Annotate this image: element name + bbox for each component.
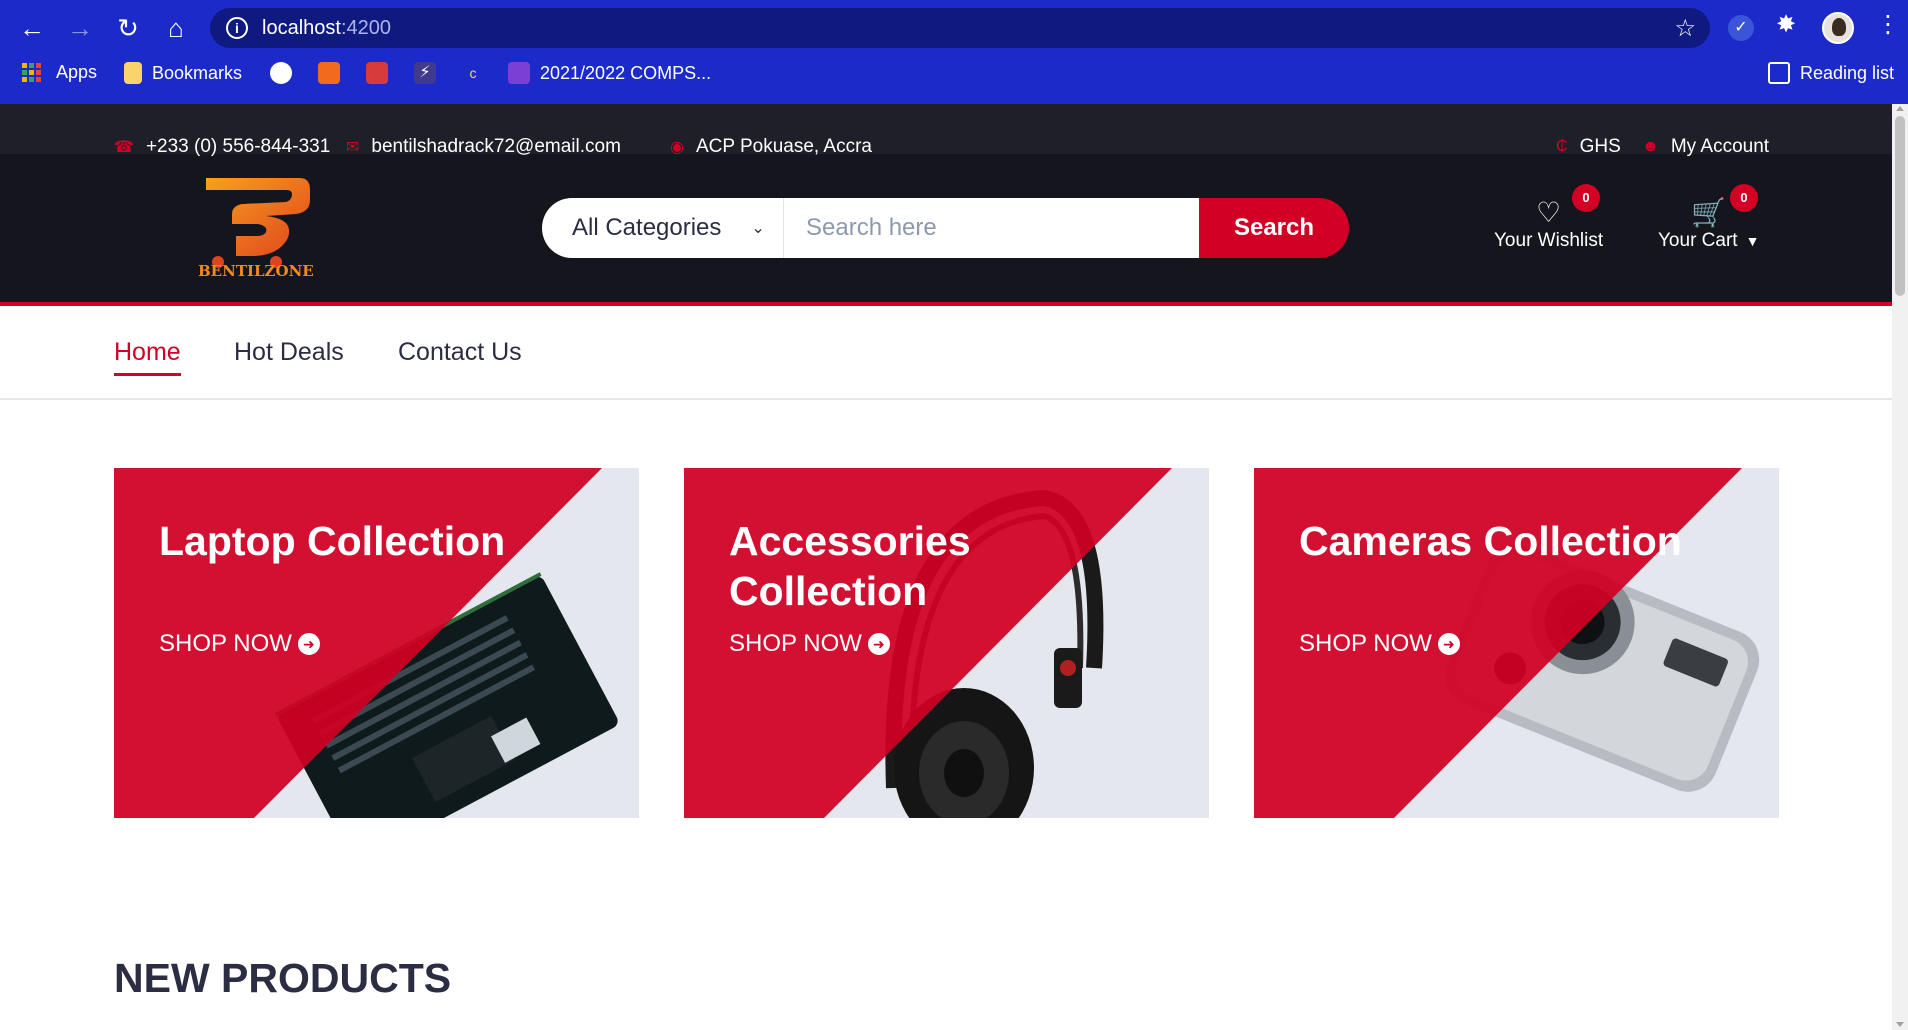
- shop-now-link[interactable]: SHOP NOW ➜: [729, 630, 890, 658]
- header-account[interactable]: ☻ My Account: [1642, 136, 1769, 158]
- bookmark-comps[interactable]: 2021/2022 COMPS...: [508, 62, 711, 84]
- profile-avatar[interactable]: [1822, 12, 1854, 44]
- phone-text: +233 (0) 556-844-331: [145, 136, 331, 157]
- phone-icon: ☎: [114, 139, 134, 156]
- reading-list[interactable]: Reading list: [1768, 62, 1894, 84]
- bookmark-grid[interactable]: [318, 62, 350, 84]
- collection-title: Accessories Collection: [729, 518, 971, 614]
- apps-grid-icon: [22, 63, 44, 82]
- bolt-bookmark-icon: ⚡: [414, 62, 436, 84]
- wishlist-link[interactable]: ♡ 0 Your Wishlist: [1494, 184, 1604, 252]
- bookmark-apps[interactable]: Apps: [22, 62, 97, 83]
- shop-now-label: SHOP NOW: [1299, 630, 1432, 657]
- header-currency[interactable]: ₵ GHS: [1556, 136, 1621, 158]
- nav-home[interactable]: Home: [114, 338, 181, 376]
- caret-down-icon: ▼: [1745, 233, 1760, 249]
- collection-card-cameras[interactable]: Cameras Collection SHOP NOW ➜: [1254, 468, 1779, 818]
- bookmark-bolt[interactable]: ⚡: [414, 62, 446, 84]
- bookmark-spiral[interactable]: [366, 62, 398, 84]
- address-bar[interactable]: i localhost:4200 ☆: [210, 8, 1710, 48]
- map-pin-icon: ◉: [670, 139, 684, 156]
- header-phone[interactable]: ☎ +233 (0) 556-844-331: [114, 136, 330, 158]
- arrow-circle-right-icon: ➜: [1437, 633, 1460, 655]
- cart-label: Your Cart: [1658, 230, 1738, 251]
- spiral-bookmark-icon: [366, 62, 388, 84]
- logo-wordmark: BENTILZONE: [198, 262, 314, 280]
- forward-arrow-icon[interactable]: →: [62, 10, 98, 46]
- account-text: My Account: [1670, 136, 1770, 157]
- category-select[interactable]: All Categories ⌄: [542, 198, 784, 258]
- bookmark-star-icon[interactable]: ☆: [1674, 14, 1696, 43]
- arrow-circle-right-icon: ➜: [297, 633, 320, 655]
- scroll-up-icon[interactable]: [1896, 106, 1904, 111]
- collection-title: Laptop Collection: [159, 518, 506, 564]
- shop-now-link[interactable]: SHOP NOW ➜: [1299, 630, 1460, 658]
- user-icon: ☻: [1642, 138, 1659, 155]
- bookmark-label: 2021/2022 COMPS...: [540, 62, 712, 83]
- grid-bookmark-icon: [318, 62, 340, 84]
- bookmark-label: Bookmarks: [152, 62, 243, 83]
- extensions-puzzle-icon[interactable]: ✸: [1776, 10, 1796, 39]
- bookmark-c[interactable]: c: [462, 62, 494, 84]
- bookmark-bookmarks[interactable]: Bookmarks: [124, 62, 242, 84]
- cart-link[interactable]: 🛒 0 Your Cart ▼: [1658, 184, 1760, 252]
- scroll-thumb[interactable]: [1895, 116, 1905, 296]
- site-info-icon[interactable]: i: [226, 17, 248, 39]
- collection-title: Cameras Collection: [1299, 518, 1682, 564]
- search-button[interactable]: Search: [1199, 198, 1349, 258]
- email-text: bentilshadrack72@email.com: [371, 136, 621, 157]
- search-bar: All Categories ⌄ Search: [542, 198, 1349, 258]
- list-bookmark-icon: [508, 62, 530, 84]
- cart-icon: 🛒: [1691, 197, 1727, 228]
- chevron-down-icon: ⌄: [751, 220, 765, 237]
- nav-contact-us[interactable]: Contact Us: [398, 338, 522, 373]
- reading-list-label: Reading list: [1800, 62, 1895, 83]
- bookmark-label: Apps: [56, 62, 98, 82]
- page-scrollbar[interactable]: [1892, 104, 1908, 1030]
- new-products-heading: NEW PRODUCTS: [114, 955, 452, 1001]
- shop-now-link[interactable]: SHOP NOW ➜: [159, 630, 320, 658]
- header-email[interactable]: ✉ bentilshadrack72@email.com: [346, 136, 621, 158]
- arrow-circle-right-icon: ➜: [867, 633, 890, 655]
- back-arrow-icon[interactable]: ←: [14, 10, 50, 46]
- wishlist-count-badge: 0: [1572, 184, 1600, 212]
- c-bookmark-icon: c: [469, 65, 477, 81]
- search-input[interactable]: [784, 198, 1199, 258]
- scroll-down-icon[interactable]: [1896, 1022, 1904, 1027]
- currency-text: GHS: [1579, 136, 1621, 157]
- collection-card-laptop[interactable]: Laptop Collection SHOP NOW ➜: [114, 468, 639, 818]
- shop-now-label: SHOP NOW: [729, 630, 862, 657]
- collection-card-accessories[interactable]: Accessories Collection SHOP NOW ➜: [684, 468, 1209, 818]
- category-value: All Categories: [572, 214, 722, 241]
- header-location[interactable]: ◉ ACP Pokuase, Accra: [670, 136, 872, 158]
- heart-icon: ♡: [1536, 197, 1562, 228]
- main-navigation: Home Hot Deals Contact Us: [0, 306, 1892, 400]
- envelope-icon: ✉: [346, 139, 360, 156]
- github-icon: [270, 62, 292, 84]
- reload-icon[interactable]: ↻: [110, 10, 146, 46]
- location-text: ACP Pokuase, Accra: [695, 136, 872, 157]
- extension-check-icon[interactable]: ✓: [1728, 15, 1754, 41]
- chrome-menu-icon[interactable]: ⋮: [1876, 10, 1900, 39]
- address-url: localhost:4200: [262, 16, 391, 39]
- currency-icon: ₵: [1556, 138, 1568, 155]
- nav-hot-deals[interactable]: Hot Deals: [234, 338, 344, 373]
- wishlist-label: Your Wishlist: [1494, 230, 1604, 251]
- home-icon[interactable]: ⌂: [158, 10, 194, 46]
- shop-now-label: SHOP NOW: [159, 630, 292, 657]
- cart-count-badge: 0: [1730, 184, 1758, 212]
- reading-list-icon: [1768, 62, 1790, 84]
- bookmark-github[interactable]: [270, 62, 302, 84]
- folder-icon: [124, 62, 142, 84]
